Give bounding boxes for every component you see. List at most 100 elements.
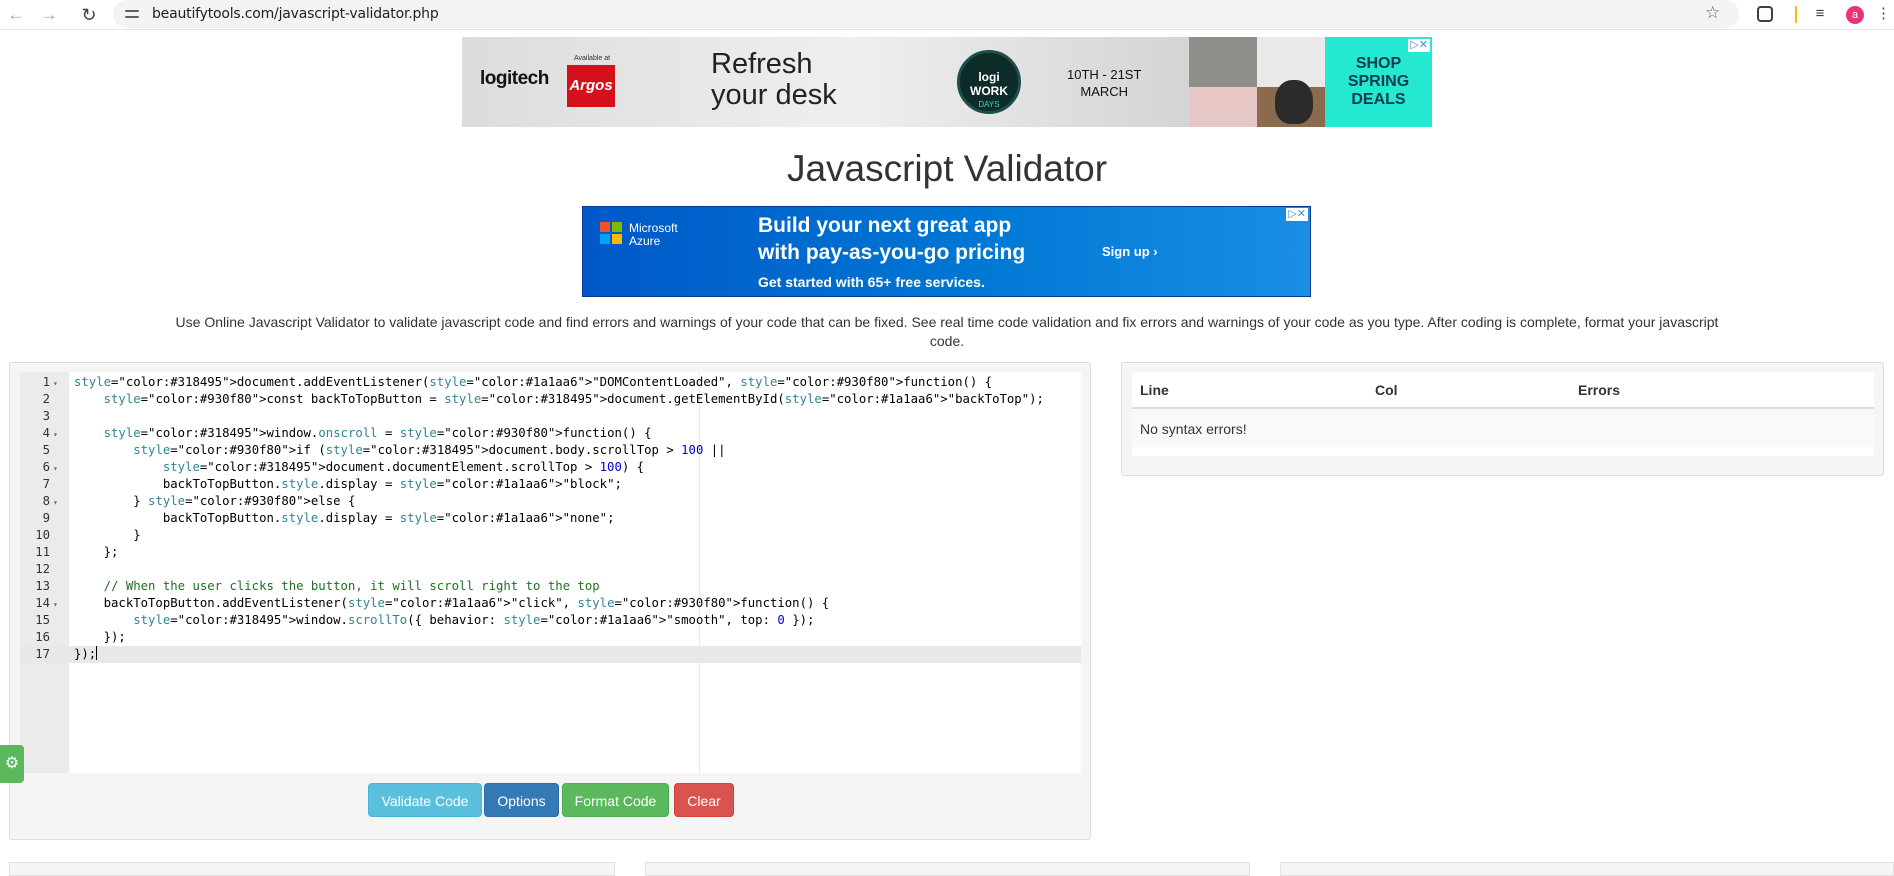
line-number: 4: [42, 426, 50, 440]
fold-arrow-icon[interactable]: ▾: [53, 596, 58, 613]
code-line[interactable]: 14 ▾ backToTopButton.addEventListener(sty…: [20, 595, 1081, 612]
arrow-right-icon[interactable]: →: [37, 3, 61, 27]
azure-signup-link[interactable]: Sign up ›: [1102, 244, 1158, 259]
code-text: backToTopButton.style.display = style="c…: [74, 477, 622, 491]
code-line[interactable]: 8 ▾ } style="color:#930f80">else {: [20, 493, 1081, 510]
badge-line1: logi WORK: [970, 70, 1008, 98]
code-line[interactable]: 2 style="color:#930f80">const backToTopB…: [20, 391, 1081, 408]
address-bar[interactable]: beautifytools.com/javascript-validator.p…: [113, 0, 1739, 28]
line-number: 13: [35, 579, 50, 593]
url-text[interactable]: beautifytools.com/javascript-validator.p…: [152, 6, 439, 22]
code-text: }: [74, 528, 141, 542]
line-number: 15: [35, 613, 50, 627]
code-text: backToTopButton.style.display = style="c…: [74, 511, 615, 525]
code-line[interactable]: 7 backToTopButton.style.display = style=…: [20, 476, 1081, 493]
ad-headline: Refresh your desk: [711, 49, 837, 111]
avatar[interactable]: a: [1846, 6, 1864, 24]
gear-icon[interactable]: ⚙: [0, 745, 24, 783]
code-text: style="color:#318495">window.onscroll = …: [103, 426, 652, 440]
microsoft-logo-icon: [600, 222, 622, 244]
fold-arrow-icon[interactable]: ▾: [53, 375, 58, 392]
ad-banner-logitech[interactable]: logitech Available at Argos Refresh your…: [462, 37, 1432, 127]
playlist-icon[interactable]: ≡: [1810, 4, 1830, 24]
code-line[interactable]: 1 ▾ style="color:#318495">document.addEven…: [20, 374, 1081, 391]
mouse-image: [1275, 80, 1313, 124]
ad-close-icon[interactable]: ▷✕: [1408, 39, 1430, 52]
code-line[interactable]: 12: [20, 561, 1081, 578]
format-code-button[interactable]: Format Code: [562, 783, 669, 817]
code-line[interactable]: 16 });: [20, 629, 1081, 646]
line-number: 10: [35, 528, 50, 542]
kebab-menu-icon[interactable]: ⋮: [1876, 4, 1891, 24]
code-line[interactable]: 15 style="color:#318495">window.scrollTo…: [20, 612, 1081, 629]
table-row: No syntax errors!: [1132, 409, 1874, 447]
code-text: style="color:#930f80">if (style="color:#…: [133, 443, 726, 457]
page-title: Javascript Validator: [786, 148, 1108, 189]
code-text: } style="color:#930f80">else {: [74, 494, 356, 508]
ad-banner-azure[interactable]: Microsoft Azure Build your next great ap…: [582, 206, 1311, 297]
ad-dates: 10TH - 21ST MARCH: [1067, 66, 1141, 100]
code-text: });: [74, 630, 126, 644]
line-number: 12: [35, 562, 50, 576]
ad-headline-line1: Refresh: [711, 48, 813, 80]
line-number: 6: [42, 460, 50, 474]
cta-line3: DEALS: [1351, 91, 1406, 108]
browser-toolbar: ← → ↻ beautifytools.com/javascript-valid…: [0, 0, 1894, 30]
code-text: backToTopButton.addEventListener(style="…: [74, 596, 830, 610]
column-header-errors: Errors: [1578, 382, 1621, 398]
code-text: style="color:#318495">document.addEventL…: [74, 375, 993, 389]
code-line[interactable]: 5 style="color:#930f80">if (style="color…: [20, 442, 1081, 459]
column-header-col: Col: [1375, 382, 1398, 398]
line-number: 16: [35, 630, 50, 644]
code-line[interactable]: 11 };: [20, 544, 1081, 561]
dates-line2: MARCH: [1080, 84, 1129, 99]
dates-line1: 10TH - 21ST: [1067, 67, 1142, 82]
tune-icon[interactable]: [125, 7, 139, 21]
code-line[interactable]: 4 ▾ style="color:#318495">window.onscroll…: [20, 425, 1081, 442]
ad-close-icon[interactable]: ▷✕: [1286, 208, 1308, 221]
code-line[interactable]: 17});: [20, 646, 1081, 663]
code-text: });: [74, 646, 98, 661]
code-text: style="color:#318495">window.scrollTo({ …: [133, 613, 815, 627]
code-text: // When the user clicks the button, it w…: [74, 579, 600, 593]
reload-icon[interactable]: ↻: [77, 3, 101, 27]
logitech-logo: logitech: [480, 68, 549, 89]
azure-headline: Build your next great app with pay-as-yo…: [758, 212, 1025, 266]
options-button[interactable]: Options: [484, 783, 559, 817]
ad-headline-line2: your desk: [711, 79, 837, 111]
azure-headline-line1: Build your next great app: [758, 214, 1012, 237]
line-number: 5: [42, 443, 50, 457]
code-text: style="color:#318495">document.documentE…: [162, 460, 645, 474]
code-line[interactable]: 3: [20, 408, 1081, 425]
available-at-label: Available at: [574, 55, 611, 62]
ad-photo-desk: [1189, 37, 1257, 87]
intro-text: Use Online Javascript Validator to valid…: [175, 314, 1719, 349]
code-line[interactable]: 6 ▾ style="color:#318495">document.docume…: [20, 459, 1081, 476]
fold-arrow-icon[interactable]: ▾: [53, 460, 58, 477]
validate-code-button[interactable]: Validate Code: [368, 783, 482, 817]
fold-arrow-icon[interactable]: ▾: [53, 426, 58, 443]
ad-photo-pink-mouse: [1189, 87, 1257, 127]
code-line[interactable]: 9 backToTopButton.style.display = style=…: [20, 510, 1081, 527]
star-icon[interactable]: ☆: [1705, 3, 1720, 23]
code-editor[interactable]: 1 ▾ style="color:#318495">document.addEven…: [20, 372, 1081, 773]
editor-panel: 1 ▾ style="color:#318495">document.addEven…: [9, 362, 1091, 840]
line-number: 8: [42, 494, 50, 508]
toolbar-divider: [1795, 6, 1797, 23]
cta-line2: SPRING: [1347, 73, 1410, 90]
azure-subline: Get started with 65+ free services.: [758, 274, 985, 290]
code-line[interactable]: 13 // When the user clicks the button, i…: [20, 578, 1081, 595]
arrow-left-icon[interactable]: ←: [4, 3, 28, 27]
clear-button[interactable]: Clear: [674, 783, 734, 817]
azure-brand: Microsoft Azure: [629, 222, 678, 248]
azure-headline-line2: with pay-as-you-go pricing: [758, 241, 1026, 264]
argos-logo: Argos: [567, 65, 615, 107]
line-number: 2: [42, 392, 50, 406]
fold-arrow-icon[interactable]: ▾: [53, 494, 58, 511]
puzzle-icon[interactable]: [1757, 6, 1773, 22]
brand-line2: Azure: [629, 234, 661, 248]
line-number: 11: [35, 545, 50, 559]
results-table: Line Col Errors No syntax errors!: [1132, 372, 1874, 456]
line-number: 3: [42, 409, 50, 423]
code-line[interactable]: 10 }: [20, 527, 1081, 544]
